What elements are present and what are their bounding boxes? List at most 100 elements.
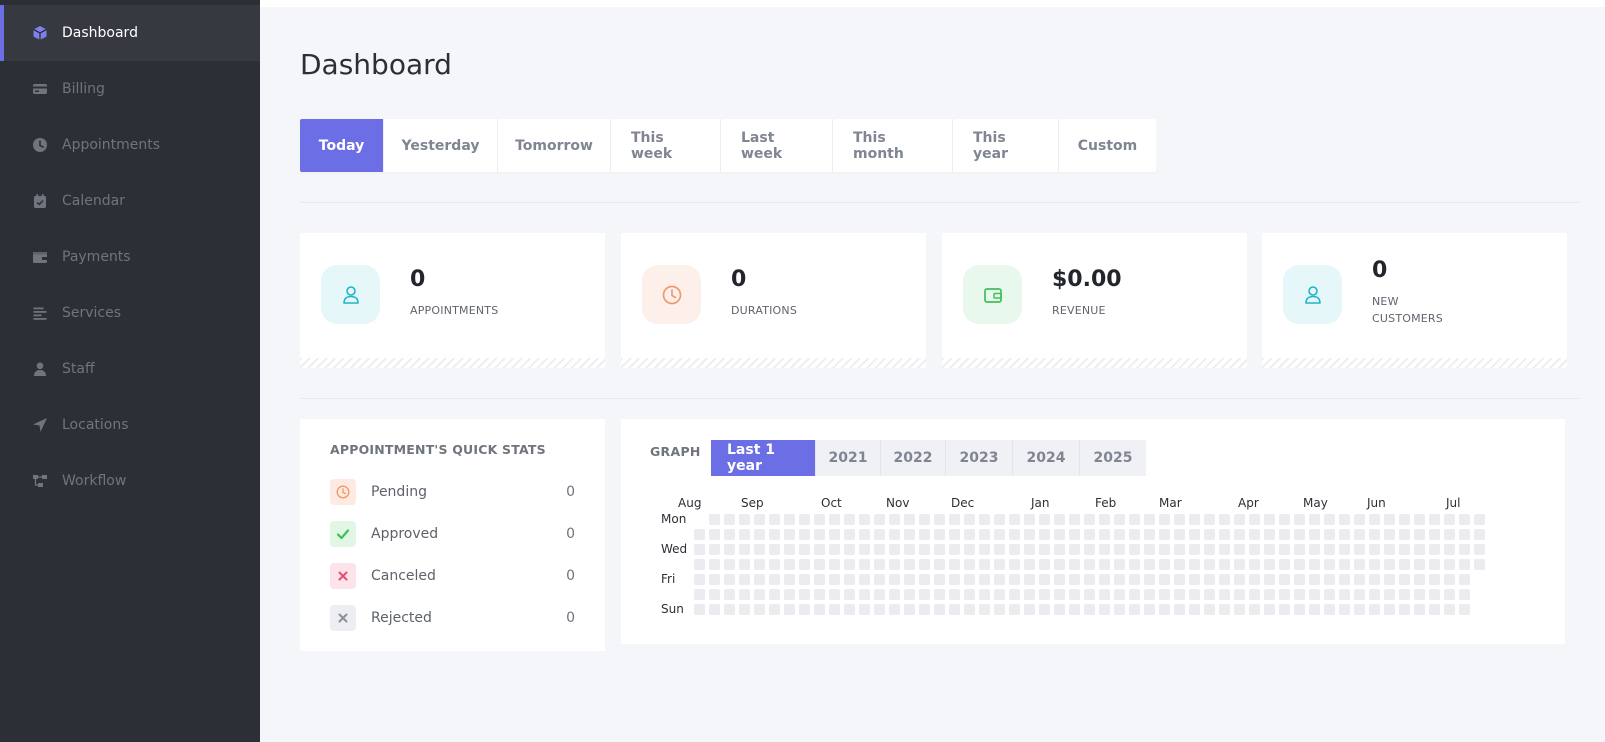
tab-last-1-year[interactable]: Last 1 year — [711, 440, 816, 476]
sidebar-item-dashboard[interactable]: Dashboard — [0, 5, 260, 61]
heatmap-cell — [1234, 529, 1245, 540]
heatmap-cell — [1294, 514, 1305, 525]
heatmap-cell — [1039, 559, 1050, 570]
heatmap-cell — [1384, 529, 1395, 540]
heatmap-cell — [1219, 529, 1230, 540]
heatmap-cell — [1174, 589, 1185, 600]
month-label: Mar — [1159, 496, 1182, 510]
heatmap-cell — [1414, 544, 1425, 555]
heatmap-cell — [1219, 514, 1230, 525]
user-icon — [321, 265, 380, 324]
stat-label: REVENUE — [1052, 304, 1106, 317]
tab-year-2025[interactable]: 2025 — [1080, 440, 1146, 476]
tab-this-week[interactable]: This week — [611, 119, 721, 172]
heatmap-cell — [1414, 589, 1425, 600]
heatmap-cell — [1069, 604, 1080, 615]
tab-year-2022[interactable]: 2022 — [881, 440, 946, 476]
heatmap-cell — [709, 589, 720, 600]
heatmap-cell — [874, 514, 885, 525]
heatmap-cell — [1009, 574, 1020, 585]
heatmap-cell — [1444, 559, 1455, 570]
heatmap-cell — [1399, 529, 1410, 540]
heatmap-cell — [1189, 589, 1200, 600]
sidebar-item-appointments[interactable]: Appointments — [0, 117, 260, 173]
heatmap-cell — [1144, 529, 1155, 540]
month-label: Nov — [886, 496, 910, 510]
heatmap-cell — [874, 529, 885, 540]
heatmap-cell — [949, 574, 960, 585]
clock-icon — [330, 479, 356, 505]
heatmap-cell — [724, 559, 735, 570]
heatmap-cell — [769, 544, 780, 555]
tab-year-2023[interactable]: 2023 — [946, 440, 1013, 476]
heatmap-cell — [1144, 544, 1155, 555]
heatmap-cell — [1444, 529, 1455, 540]
heatmap-cell — [1159, 559, 1170, 570]
heatmap-cell — [964, 589, 975, 600]
heatmap-cell — [934, 544, 945, 555]
stripe-decoration — [1262, 358, 1567, 368]
heatmap-cell — [1114, 514, 1125, 525]
stripe-decoration — [942, 358, 1247, 368]
sidebar-item-calendar[interactable]: Calendar — [0, 173, 260, 229]
sidebar-item-billing[interactable]: Billing — [0, 61, 260, 117]
heatmap-cell — [1294, 544, 1305, 555]
quick-stat-count: 0 — [566, 484, 575, 500]
day-label: Wed — [661, 542, 688, 556]
heatmap-cell — [739, 514, 750, 525]
cube-icon — [32, 25, 48, 41]
heatmap-cell — [904, 574, 915, 585]
sidebar-item-locations[interactable]: Locations — [0, 397, 260, 453]
heatmap-cell — [1024, 529, 1035, 540]
tab-year-2024[interactable]: 2024 — [1013, 440, 1080, 476]
heatmap-cell — [694, 544, 705, 555]
year-tabs: Last 1 year 2021 2022 2023 2024 2025 — [711, 440, 1146, 476]
tab-this-year[interactable]: This year — [953, 119, 1059, 172]
sidebar-item-staff[interactable]: Staff — [0, 341, 260, 397]
heatmap-cell — [1249, 589, 1260, 600]
heatmap-cell — [1309, 514, 1320, 525]
quick-stat-rejected: Rejected 0 — [330, 605, 575, 631]
heatmap-cell — [1219, 589, 1230, 600]
heatmap-cell — [1249, 574, 1260, 585]
heatmap-cell — [769, 574, 780, 585]
sidebar-item-services[interactable]: Services — [0, 285, 260, 341]
heatmap-cell — [859, 589, 870, 600]
heatmap-cell — [1294, 604, 1305, 615]
month-label: May — [1303, 496, 1328, 510]
heatmap-cell — [1429, 574, 1440, 585]
heatmap-cell — [1459, 589, 1470, 600]
tab-this-month[interactable]: This month — [833, 119, 953, 172]
heatmap-cell — [1129, 574, 1140, 585]
tab-year-2021[interactable]: 2021 — [816, 440, 881, 476]
heatmap-cell — [874, 589, 885, 600]
heatmap-cell — [829, 544, 840, 555]
tab-today[interactable]: Today — [300, 119, 384, 172]
tab-yesterday[interactable]: Yesterday — [384, 119, 498, 172]
heatmap-cell — [694, 589, 705, 600]
heatmap-cell — [1234, 544, 1245, 555]
heatmap-cell — [1009, 589, 1020, 600]
location-arrow-icon — [32, 417, 48, 433]
heatmap-cell — [784, 604, 795, 615]
heatmap-cell — [1459, 574, 1470, 585]
heatmap-cell — [949, 544, 960, 555]
heatmap-cell — [1219, 544, 1230, 555]
heatmap-cell — [1474, 559, 1485, 570]
heatmap-cell — [1144, 574, 1155, 585]
heatmap-cell — [754, 574, 765, 585]
heatmap-cell — [1249, 604, 1260, 615]
heatmap-cell — [1219, 559, 1230, 570]
tab-custom[interactable]: Custom — [1059, 119, 1156, 172]
heatmap-cell — [739, 604, 750, 615]
tab-last-week[interactable]: Last week — [721, 119, 833, 172]
heatmap-cell — [1159, 589, 1170, 600]
sidebar-item-payments[interactable]: Payments — [0, 229, 260, 285]
heatmap-cell — [994, 514, 1005, 525]
heatmap-cell — [724, 604, 735, 615]
heatmap-cell — [1054, 514, 1065, 525]
quick-stats-card: APPOINTMENT'S QUICK STATS Pending 0 Appr… — [300, 419, 605, 651]
sidebar-item-workflow[interactable]: Workflow — [0, 453, 260, 509]
heatmap-cell — [1279, 529, 1290, 540]
tab-tomorrow[interactable]: Tomorrow — [498, 119, 611, 172]
